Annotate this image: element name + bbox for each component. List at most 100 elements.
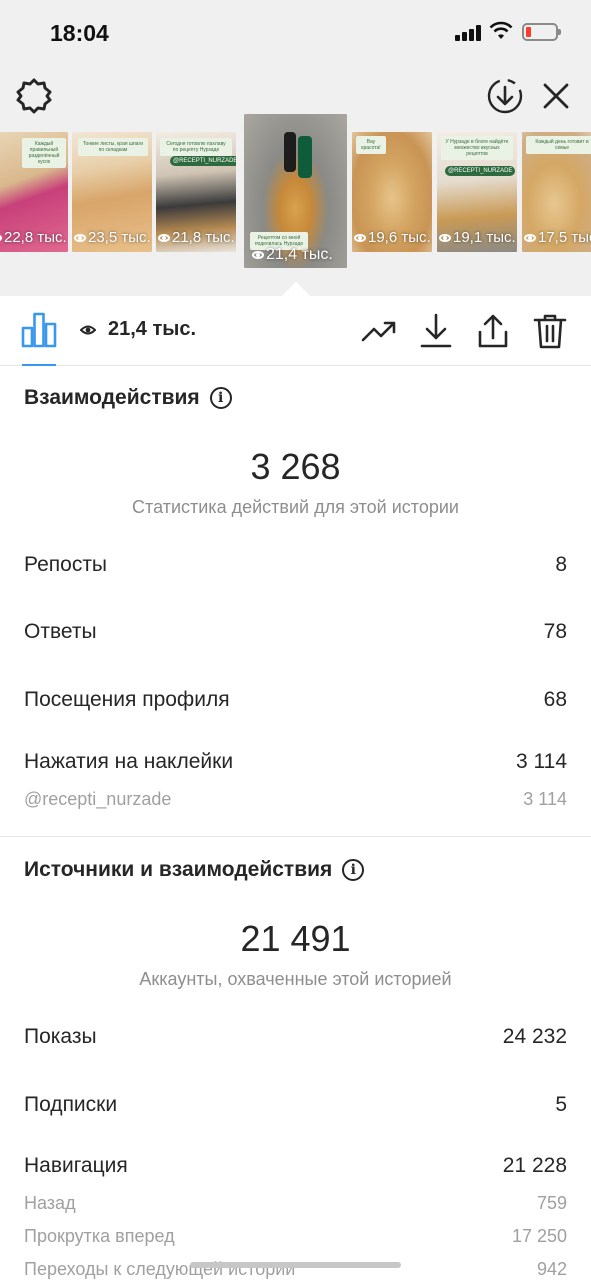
stat-subvalue: 759	[536, 1193, 567, 1213]
views-total-value: 21,4 тыс.	[108, 318, 197, 340]
eye-icon	[0, 234, 2, 243]
story-views-value: 22,8 тыс.	[4, 229, 67, 246]
section-divider	[0, 836, 591, 837]
stat-value: 78	[543, 620, 567, 643]
info-icon[interactable]: i	[209, 387, 232, 409]
stat-sublabel: Прокрутка вперед	[24, 1226, 175, 1246]
cellular-signal-icon	[455, 25, 483, 41]
delete-button[interactable]	[531, 312, 569, 350]
stat-row-shares: Репосты 8	[24, 553, 567, 577]
story-note: Каждый день готовит в семье	[526, 136, 591, 154]
share-button[interactable]	[474, 312, 512, 350]
story-views: 21,8 тыс.	[156, 229, 236, 246]
stat-label: Подписки	[24, 1093, 118, 1116]
story-views: 19,6 тыс.	[352, 229, 432, 246]
stat-row-sticker-taps: Нажатия на наклейки 3 114	[24, 750, 567, 774]
active-tab-indicator	[22, 364, 56, 366]
insights-tab[interactable]	[20, 312, 58, 348]
interactions-section-title: Взаимодействия i	[24, 386, 232, 410]
circle-download-icon	[487, 78, 523, 114]
stat-subrow-mention: @recepti_nurzade 3 114	[24, 789, 567, 810]
eye-icon	[158, 234, 170, 243]
story-views: 17,5 тыс.	[522, 229, 591, 246]
trash-icon	[533, 314, 567, 349]
eye-icon	[439, 234, 451, 243]
reach-caption: Аккаунты, охваченные этой историей	[139, 969, 452, 989]
story-note: Сегодня готовлю пахлаву по рецепту Нурза…	[160, 138, 232, 156]
story-thumbnail[interactable]: Сегодня готовлю пахлаву по рецепту Нурза…	[156, 132, 236, 252]
stat-row-profile-visits: Посещения профиля 68	[24, 688, 567, 712]
eye-icon	[74, 234, 86, 243]
trend-icon	[361, 321, 396, 342]
interactions-total: 3 268	[250, 446, 341, 487]
story-views: 23,5 тыс.	[72, 229, 152, 246]
stat-label: Ответы	[24, 620, 97, 643]
story-note: Каждый правильный разделённый кусок	[22, 138, 66, 168]
story-note: Тонкие листы, края шпаги по складкам	[78, 138, 148, 156]
story-views-value: 19,1 тыс.	[453, 229, 516, 246]
mention-sticker: @RECEPTI_NURZADE	[170, 156, 236, 166]
close-icon	[543, 83, 569, 109]
eye-icon	[252, 250, 264, 259]
stat-subvalue: 942	[536, 1259, 567, 1279]
gear-icon	[16, 78, 52, 114]
stat-value: 8	[555, 553, 567, 576]
doll-figure	[298, 136, 312, 178]
download-button[interactable]	[417, 312, 455, 350]
stat-subrow-forward: Прокрутка вперед 17 250	[24, 1226, 567, 1247]
story-action-bar: 21,4 тыс.	[0, 296, 591, 366]
story-header-area: 18:04 Каждый правильный разделённый кусо…	[0, 0, 591, 296]
story-thumbnail[interactable]: Каждый правильный разделённый кусок 22,8…	[0, 132, 68, 252]
stat-label: Нажатия на наклейки	[24, 750, 234, 773]
story-views: 21,4 тыс.	[244, 246, 347, 264]
stat-subvalue: 17 250	[511, 1226, 567, 1246]
stat-subrow-back: Назад 759	[24, 1193, 567, 1214]
download-icon	[420, 313, 452, 348]
stat-row-replies: Ответы 78	[24, 620, 567, 644]
share-icon	[478, 314, 508, 348]
story-views: 22,8 тыс.	[0, 229, 68, 246]
discovery-title: Источники и взаимодействия	[24, 858, 333, 881]
story-views-value: 19,6 тыс.	[368, 229, 431, 246]
settings-button[interactable]	[14, 76, 54, 116]
story-views-value: 23,5 тыс.	[88, 229, 151, 246]
interactions-title: Взаимодействия	[24, 386, 200, 409]
story-views: 19,1 тыс.	[437, 229, 517, 246]
stat-row-impressions: Показы 24 232	[24, 1025, 567, 1049]
stat-sublabel: Назад	[24, 1193, 76, 1213]
battery-icon	[522, 23, 561, 41]
eye-icon	[524, 234, 536, 243]
story-thumbnail[interactable]: Вау красота! 19,6 тыс.	[352, 132, 432, 252]
reach-total: 21 491	[240, 918, 351, 959]
stat-label: Навигация	[24, 1154, 128, 1177]
stat-row-navigation: Навигация 21 228	[24, 1154, 567, 1178]
story-thumbnail-selected[interactable]: Рецептом со мной поделилась Нурзаде 21,4…	[244, 114, 347, 268]
home-indicator[interactable]	[190, 1262, 401, 1268]
story-thumbnail[interactable]: У Нурзаде в блоге найдёте множество вкус…	[437, 132, 517, 252]
promote-button[interactable]	[360, 312, 398, 350]
stat-sublabel: @recepti_nurzade	[24, 789, 172, 809]
close-button[interactable]	[538, 78, 574, 114]
bar-chart-icon	[21, 312, 57, 348]
story-views-value: 21,8 тыс.	[172, 229, 235, 246]
save-story-button[interactable]	[485, 76, 525, 116]
discovery-section-title: Источники и взаимодействия i	[24, 858, 365, 882]
story-thumbnail[interactable]: Каждый день готовит в семье 17,5 тыс.	[522, 132, 591, 252]
story-thumbnail[interactable]: Тонкие листы, края шпаги по складкам 23,…	[72, 132, 152, 252]
info-icon[interactable]: i	[342, 859, 365, 881]
status-time: 18:04	[50, 20, 109, 46]
story-views-value: 17,5 тыс.	[538, 229, 591, 246]
eye-icon	[354, 234, 366, 243]
story-views-total: 21,4 тыс.	[80, 318, 196, 341]
stat-label: Показы	[24, 1025, 97, 1048]
mention-sticker: @RECEPTI_NURZADE	[445, 166, 516, 176]
stat-row-follows: Подписки 5	[24, 1093, 567, 1117]
story-note: У Нурзаде в блоге найдёте множество вкус…	[441, 136, 513, 160]
stat-subvalue: 3 114	[523, 789, 567, 809]
status-bar: 18:04	[0, 0, 591, 66]
stat-value: 21 228	[502, 1154, 567, 1177]
stat-value: 24 232	[502, 1025, 567, 1048]
story-thumbnail-strip: Каждый правильный разделённый кусок 22,8…	[0, 114, 591, 284]
story-note: Вау красота!	[356, 136, 386, 154]
stat-label: Репосты	[24, 553, 108, 576]
